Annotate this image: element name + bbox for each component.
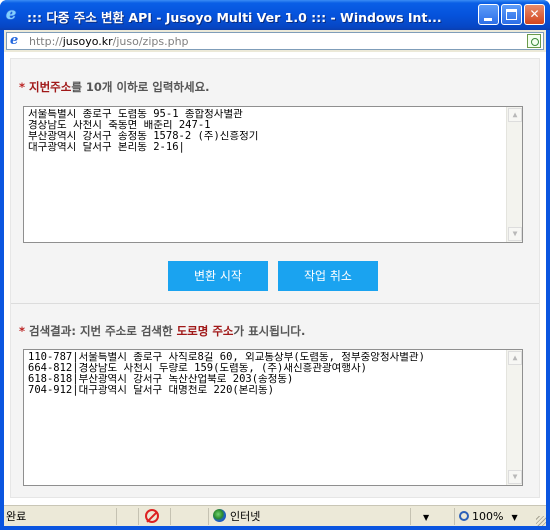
url-host: jusoyo.kr: [62, 35, 113, 48]
status-text: 완료: [6, 510, 27, 523]
maximize-icon: [506, 9, 517, 20]
close-button[interactable]: ✕: [524, 4, 545, 25]
resize-grip[interactable]: [536, 516, 546, 526]
input-label-accent: 지번주소: [29, 80, 72, 94]
result-line: 110-787|서울특별시 종로구 사직로8길 60, 외교통상부(도렴동, 정…: [28, 352, 425, 363]
scroll-down-icon[interactable]: ▼: [508, 227, 522, 241]
ie-logo-icon: e: [6, 4, 17, 23]
address-input-textarea[interactable]: 서울특별시 종로구 도렴동 95-1 종합청사별관 경상남도 사천시 축동면 배…: [23, 106, 523, 243]
title-bar[interactable]: e ::: 다중 주소 변환 API - Jusoyo Multi Ver 1.…: [0, 0, 550, 30]
scroll-up-icon[interactable]: ▲: [508, 351, 522, 365]
result-label-prefix: 검색결과: 지번 주소로 검색한: [29, 324, 177, 338]
result-label: * 검색결과: 지번 주소로 검색한 도로명 주소가 표시됩니다.: [19, 323, 305, 339]
zoom-level: 100%: [472, 510, 504, 523]
close-icon: ✕: [529, 7, 540, 21]
input-label: * 지번주소를 10개 이하로 입력하세요.: [19, 79, 210, 95]
ie-page-icon: e: [10, 33, 19, 48]
input-scrollbar[interactable]: ▲ ▼: [506, 107, 522, 242]
result-line: 618-818|부산광역시 강서구 녹산산업북로 203(송정동): [28, 374, 294, 385]
input-line: 부산광역시 강서구 송정동 1578-2 (주)신흥정기: [28, 131, 259, 142]
address-field[interactable]: e http://jusoyo.kr/juso/zips.php: [6, 32, 544, 50]
result-lines: 110-787|서울특별시 종로구 사직로8길 60, 외교통상부(도렴동, 정…: [28, 352, 504, 396]
scroll-down-icon[interactable]: ▼: [508, 470, 522, 484]
input-line: 경상남도 사천시 축동면 배춘리 247-1: [28, 120, 211, 131]
privacy-cell[interactable]: [138, 508, 168, 525]
section-divider: [11, 303, 539, 304]
required-star: *: [19, 324, 26, 338]
status-cell: [116, 508, 136, 525]
page-status-icon[interactable]: [527, 34, 541, 48]
minimize-button[interactable]: [478, 4, 499, 25]
browser-window: e ::: 다중 주소 변환 API - Jusoyo Multi Ver 1.…: [0, 0, 550, 530]
url-scheme: http://: [29, 35, 63, 48]
page-content: * 지번주소를 10개 이하로 입력하세요. 서울특별시 종로구 도렴동 95-1…: [4, 52, 546, 505]
chevron-down-icon[interactable]: ▼: [511, 513, 517, 522]
input-lines: 서울특별시 종로구 도렴동 95-1 종합청사별관 경상남도 사천시 축동면 배…: [28, 109, 504, 153]
maximize-button[interactable]: [501, 4, 522, 25]
result-label-suffix: 가 표시됩니다.: [233, 324, 306, 338]
scroll-up-icon[interactable]: ▲: [508, 108, 522, 122]
converter-panel: * 지번주소를 10개 이하로 입력하세요. 서울특별시 종로구 도렴동 95-1…: [10, 58, 540, 498]
result-line: 664-812|경상남도 사천시 두량로 159(도렴동, (주)새신흥관광여행…: [28, 363, 367, 374]
zoom-control[interactable]: 100% ▼: [454, 508, 544, 525]
address-url: http://jusoyo.kr/juso/zips.php: [29, 35, 189, 48]
input-line: 서울특별시 종로구 도렴동 95-1 종합청사별관: [28, 109, 243, 120]
result-scrollbar[interactable]: ▲ ▼: [506, 350, 522, 485]
status-bar: 완료 인터넷 ▼ 100% ▼: [4, 505, 546, 526]
privacy-blocked-icon[interactable]: [145, 509, 159, 523]
result-line: 704-912|대구광역시 달서구 대명천로 220(본리동): [28, 385, 275, 396]
cancel-task-button[interactable]: 작업 취소: [278, 261, 378, 291]
protected-mode-cell[interactable]: ▼: [410, 508, 452, 525]
globe-icon: [213, 509, 226, 522]
chevron-down-icon[interactable]: ▼: [423, 513, 429, 522]
input-label-text: 를 10개 이하로 입력하세요.: [71, 80, 210, 94]
security-zone[interactable]: 인터넷: [208, 508, 408, 525]
status-cell: [170, 508, 206, 525]
result-label-accent: 도로명 주소: [176, 324, 234, 338]
result-textarea[interactable]: 110-787|서울특별시 종로구 사직로8길 60, 외교통상부(도렴동, 정…: [23, 349, 523, 486]
zoom-icon: [459, 511, 469, 521]
url-path: /juso/zips.php: [112, 35, 189, 48]
minimize-icon: [484, 18, 492, 21]
start-conversion-button[interactable]: 변환 시작: [168, 261, 268, 291]
zone-label: 인터넷: [230, 510, 261, 523]
window-title: ::: 다중 주소 변환 API - Jusoyo Multi Ver 1.0 …: [27, 10, 442, 25]
input-line: 대구광역시 달서구 본리동 2-16|: [28, 142, 185, 153]
required-star: *: [19, 80, 26, 94]
address-bar: e http://jusoyo.kr/juso/zips.php: [4, 30, 546, 52]
